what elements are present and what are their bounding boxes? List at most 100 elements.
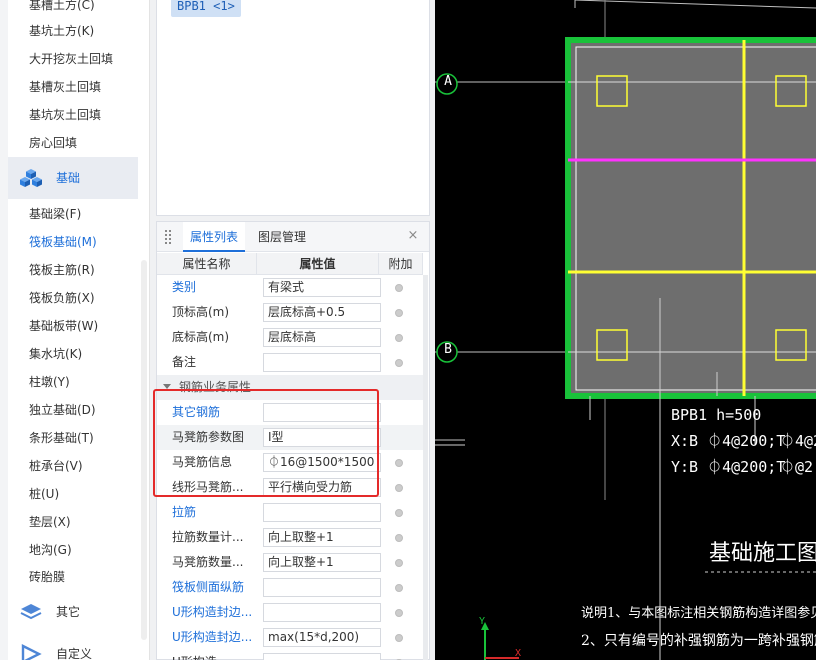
y-rebar-label-cont: ⏀@2 (780, 458, 814, 476)
slab-label: BPB1 h=500 (671, 406, 762, 424)
sidebar-item-trench[interactable]: 地沟(G) (29, 540, 72, 560)
sidebar-item-trench-lime-backfill[interactable]: 基槽灰土回填 (29, 77, 101, 97)
sidebar-category-other[interactable]: 其它 (8, 591, 138, 633)
close-icon[interactable]: × (405, 228, 421, 244)
sidebar-item-pit-lime-backfill[interactable]: 基坑灰土回填 (29, 105, 101, 125)
property-row[interactable]: U形构造封边... max(15*d,200) (157, 625, 423, 650)
category-label: 自定义 (56, 647, 93, 660)
property-name[interactable]: U形构造封边... (172, 625, 252, 650)
property-name: 马凳筋数量... (172, 555, 244, 569)
sidebar-item-pile-cap[interactable]: 桩承台(V) (29, 456, 83, 476)
axis-label-a: A (444, 74, 452, 89)
extra-toggle[interactable] (395, 584, 403, 592)
property-value-field[interactable]: 层底标高 (263, 328, 381, 347)
property-value-field[interactable] (263, 578, 381, 597)
extra-toggle[interactable] (395, 309, 403, 317)
property-row[interactable]: 马凳筋数量... 向上取整+1 (157, 550, 423, 575)
property-value-field[interactable] (263, 603, 381, 622)
tab-layer-management[interactable]: 图层管理 (251, 222, 313, 252)
category-label: 其它 (56, 605, 81, 619)
property-row[interactable]: 筏板侧面纵筋 (157, 575, 423, 600)
property-value-field[interactable]: 向上取整+1 (263, 553, 381, 572)
drag-grip-icon[interactable] (165, 230, 171, 244)
extra-toggle[interactable] (395, 459, 403, 467)
note-1: 说明1、与本图标注相关钢筋构造详图参见国家建筑标注设计图集 (581, 606, 816, 621)
property-value-field[interactable] (263, 653, 381, 660)
sidebar-category-foundation[interactable]: 基础 (8, 157, 138, 199)
sidebar-item-cushion[interactable]: 垫层(X) (29, 512, 71, 532)
sidebar-item-raft-foundation[interactable]: 筏板基础(M) (29, 232, 97, 252)
col-header-name: 属性名称 (157, 253, 257, 275)
extra-toggle[interactable] (395, 359, 403, 367)
property-value-field[interactable]: 层底标高+0.5 (263, 303, 381, 322)
extra-toggle[interactable] (395, 334, 403, 342)
property-row[interactable]: U形构造... (157, 650, 423, 660)
sidebar-item-brick-formwork[interactable]: 砖胎膜 (29, 567, 65, 587)
top-ref-line (574, 0, 816, 9)
axis-label-b: B (444, 342, 452, 357)
sidebar-item-isolated-footing[interactable]: 独立基础(D) (29, 400, 96, 420)
property-scrollbar[interactable] (423, 275, 428, 660)
property-row[interactable]: 顶标高(m) 层底标高+0.5 (157, 300, 423, 325)
extra-toggle[interactable] (395, 284, 403, 292)
sidebar-item-column-pier[interactable]: 柱墩(Y) (29, 372, 70, 392)
ucs-x-label: X (515, 648, 522, 659)
sidebar-item-foundation-pit[interactable]: 基坑土方(K) (29, 21, 94, 41)
extra-toggle[interactable] (395, 634, 403, 642)
raft-slab (565, 37, 816, 399)
cad-drawing-canvas[interactable]: A B BPB1 h=500 X:B ⏀4@200;T ⏀4@20 Y:B ⏀4… (435, 0, 816, 660)
property-name: 拉筋数量计... (172, 530, 244, 544)
property-name[interactable]: 类别 (172, 275, 196, 300)
sidebar-gutter (0, 0, 8, 660)
property-row[interactable]: 底标高(m) 层底标高 (157, 325, 423, 350)
highlight-annotation (153, 389, 379, 497)
property-name: 底标高(m) (172, 330, 230, 344)
extra-toggle[interactable] (395, 509, 403, 517)
drawing-title: 基础施工图 (709, 541, 816, 566)
sidebar-item-pile[interactable]: 桩(U) (29, 484, 59, 504)
property-name[interactable]: 拉筋 (172, 500, 196, 525)
sidebar-item-room-backfill[interactable]: 房心回填 (29, 133, 77, 153)
x-rebar-label: X:B ⏀4@200;T (671, 432, 786, 450)
layers-icon (20, 604, 42, 620)
col-header-value: 属性值 (257, 253, 379, 275)
sidebar-category-custom[interactable]: 自定义 (8, 633, 138, 660)
extra-toggle[interactable] (395, 534, 403, 542)
play-shape-icon (21, 644, 42, 660)
component-list: BPB1 <1> (156, 0, 430, 216)
property-row[interactable]: U形构造封边... (157, 600, 423, 625)
property-name: 备注 (172, 355, 197, 369)
property-row[interactable]: 备注 (157, 350, 423, 375)
property-value-field[interactable]: 向上取整+1 (263, 528, 381, 547)
extra-toggle[interactable] (395, 484, 403, 492)
sidebar-item-foundation-beam[interactable]: 基础梁(F) (29, 204, 81, 224)
extra-toggle[interactable] (395, 609, 403, 617)
property-value-field[interactable]: max(15*d,200) (263, 628, 381, 647)
property-value-field[interactable]: 有梁式 (263, 278, 381, 297)
sidebar-item-sump-pit[interactable]: 集水坑(K) (29, 344, 82, 364)
sidebar-scrollbar[interactable] (141, 260, 147, 640)
property-name[interactable]: 筏板侧面纵筋 (172, 575, 244, 600)
property-name[interactable]: U形构造封边... (172, 600, 252, 625)
component-tree-sidebar: 基槽土方(C) 基坑土方(K) 大开挖灰土回填 基槽灰土回填 基坑灰土回填 房心… (0, 0, 150, 660)
col-header-extra: 附加 (379, 253, 423, 275)
component-list-item[interactable]: BPB1 <1> (171, 0, 241, 17)
property-row[interactable]: 拉筋数量计... 向上取整+1 (157, 525, 423, 550)
property-row[interactable]: 拉筋 (157, 500, 423, 525)
sidebar-item-foundation-trench[interactable]: 基槽土方(C) (29, 0, 95, 15)
property-row[interactable]: 类别 有梁式 (157, 275, 423, 300)
property-value-field[interactable] (263, 353, 381, 372)
middle-panel: BPB1 <1> 属性列表 图层管理 × 属性名称 属性值 附加 类别 有梁式顶标… (150, 0, 601, 660)
extra-toggle[interactable] (395, 559, 403, 567)
ucs-y-label: Y (479, 616, 486, 627)
sidebar-item-strip-footing[interactable]: 条形基础(T) (29, 428, 94, 448)
sidebar-item-raft-negative-rebar[interactable]: 筏板负筋(X) (29, 288, 95, 308)
sidebar-item-raft-main-rebar[interactable]: 筏板主筋(R) (29, 260, 95, 280)
property-value-field[interactable] (263, 503, 381, 522)
property-tabs: 属性列表 图层管理 × (157, 222, 429, 252)
tab-properties[interactable]: 属性列表 (183, 222, 246, 252)
property-name: U形构造... (172, 650, 228, 660)
cubes-icon (20, 169, 42, 187)
sidebar-item-open-excavation-backfill[interactable]: 大开挖灰土回填 (29, 49, 113, 69)
sidebar-item-foundation-strip[interactable]: 基础板带(W) (29, 316, 98, 336)
